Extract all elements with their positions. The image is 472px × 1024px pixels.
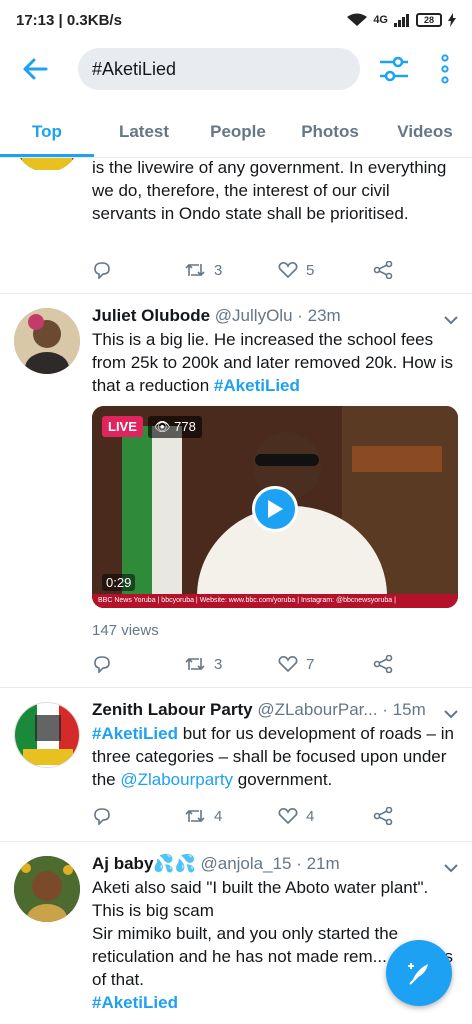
tab-people[interactable]: People bbox=[194, 108, 282, 157]
viewer-count: 👁 778 bbox=[148, 416, 202, 438]
tweet-header: Juliet Olubode @JullyOlu · 23m bbox=[92, 306, 458, 326]
avatar-photo-icon bbox=[14, 856, 80, 922]
search-header: #AketiLied bbox=[0, 40, 472, 100]
avatar[interactable] bbox=[14, 702, 80, 768]
charging-icon bbox=[448, 13, 456, 27]
tweet-text: is the livewire of any government. In ev… bbox=[92, 158, 447, 223]
play-icon bbox=[268, 500, 283, 518]
tweet-actions: 3 5 bbox=[92, 258, 402, 282]
signal-icon bbox=[394, 14, 409, 27]
retweet-icon bbox=[185, 657, 205, 671]
tweet-text: #AketiLied but for us development of roa… bbox=[92, 722, 458, 791]
tweet-actions: 3 7 bbox=[92, 652, 402, 676]
status-icons: 4G 28 bbox=[347, 13, 456, 27]
author-handle: @ZLabourPar... · 15m bbox=[257, 700, 426, 719]
share-icon bbox=[373, 261, 393, 279]
like-button[interactable]: 7 bbox=[278, 655, 373, 673]
tweet-header: Zenith Labour Party @ZLabourPar... · 15m bbox=[92, 700, 458, 720]
author-handle: @anjola_15 · 21m bbox=[200, 854, 340, 873]
author-name[interactable]: Zenith Labour Party bbox=[92, 700, 253, 719]
tweet-text: This is a big lie. He increased the scho… bbox=[92, 328, 458, 397]
tab-latest[interactable]: Latest bbox=[94, 108, 194, 157]
reply-button[interactable] bbox=[92, 655, 184, 673]
wifi-icon bbox=[347, 13, 368, 26]
viewer-count-value: 778 bbox=[174, 419, 196, 434]
eye-icon: 👁 bbox=[154, 419, 175, 434]
hashtag-link[interactable]: #AketiLied bbox=[92, 724, 178, 743]
zlp-logo-icon bbox=[15, 703, 79, 767]
video-caption: BBC News Yoruba | bbcyoruba | Website: w… bbox=[92, 594, 458, 608]
battery-level: 28 bbox=[423, 15, 434, 25]
share-button[interactable] bbox=[373, 261, 402, 279]
avatar[interactable] bbox=[14, 158, 80, 172]
back-arrow-icon[interactable] bbox=[20, 54, 50, 84]
tweet-body: Juliet Olubode @JullyOlu · 23m This is a… bbox=[92, 306, 458, 397]
view-count: 147 views bbox=[92, 622, 159, 639]
search-input[interactable]: #AketiLied bbox=[78, 48, 360, 90]
tweet-actions: 4 4 bbox=[92, 804, 402, 828]
like-button[interactable]: 5 bbox=[278, 261, 373, 279]
tweet-card[interactable]: Juliet Olubode @JullyOlu · 23m This is a… bbox=[0, 294, 472, 688]
like-count: 7 bbox=[306, 655, 315, 673]
tab-photos[interactable]: Photos bbox=[282, 108, 378, 157]
reply-button[interactable] bbox=[92, 807, 184, 825]
avatar[interactable] bbox=[14, 308, 80, 374]
retweet-count: 3 bbox=[214, 655, 223, 673]
live-badge: LIVE bbox=[102, 416, 143, 437]
heart-icon bbox=[278, 808, 298, 825]
status-bar: 17:13 | 0.3KB/s 4G 28 bbox=[0, 0, 472, 40]
reply-icon bbox=[94, 656, 110, 673]
more-options-icon[interactable] bbox=[438, 54, 452, 84]
tab-videos[interactable]: Videos bbox=[378, 108, 472, 157]
retweet-button[interactable]: 4 bbox=[184, 807, 278, 825]
reply-icon bbox=[94, 808, 110, 825]
reply-button[interactable] bbox=[92, 261, 184, 279]
video-player[interactable]: LIVE 👁 778 0:29 BBC News Yoruba | bbcyor… bbox=[92, 406, 458, 608]
network-label: 4G bbox=[373, 14, 388, 26]
tweet-feed: is the livewire of any government. In ev… bbox=[0, 158, 472, 1024]
tweet-header: Aj baby💦💦 @anjola_15 · 21m bbox=[92, 854, 458, 874]
filter-icon[interactable] bbox=[378, 54, 410, 84]
avatar[interactable] bbox=[14, 856, 80, 922]
status-time: 17:13 | 0.3KB/s bbox=[16, 11, 122, 29]
video-duration: 0:29 bbox=[102, 574, 136, 591]
tweet-card[interactable]: Zenith Labour Party @ZLabourPar... · 15m… bbox=[0, 688, 472, 842]
search-tabs: Top Latest People Photos Videos bbox=[0, 108, 472, 158]
author-name[interactable]: Juliet Olubode bbox=[92, 306, 210, 325]
play-button[interactable] bbox=[252, 486, 298, 532]
battery-icon: 28 bbox=[416, 13, 442, 27]
reply-icon bbox=[94, 262, 110, 279]
share-icon bbox=[373, 807, 393, 825]
avatar-illustration-icon bbox=[14, 308, 80, 374]
retweet-button[interactable]: 3 bbox=[184, 261, 278, 279]
share-button[interactable] bbox=[373, 807, 402, 825]
hashtag-link[interactable]: #AketiLied bbox=[92, 993, 178, 1012]
zlp-logo-icon bbox=[14, 158, 80, 172]
hashtag-link[interactable]: #AketiLied bbox=[214, 376, 300, 395]
like-count: 4 bbox=[306, 807, 315, 825]
tweet-body: Zenith Labour Party @ZLabourPar... · 15m… bbox=[92, 700, 458, 791]
tweet-card[interactable]: is the livewire of any government. In ev… bbox=[0, 158, 472, 294]
like-count: 5 bbox=[306, 261, 315, 279]
tab-top[interactable]: Top bbox=[0, 108, 94, 157]
retweet-button[interactable]: 3 bbox=[184, 655, 278, 673]
author-name[interactable]: Aj baby💦💦 bbox=[92, 854, 196, 873]
retweet-count: 3 bbox=[214, 261, 223, 279]
retweet-icon bbox=[185, 809, 205, 823]
share-icon bbox=[373, 655, 393, 673]
like-button[interactable]: 4 bbox=[278, 807, 373, 825]
heart-icon bbox=[278, 656, 298, 673]
share-button[interactable] bbox=[373, 655, 402, 673]
author-handle: @JullyOlu · 23m bbox=[214, 306, 341, 325]
tweet-body: is the livewire of any government. In ev… bbox=[92, 158, 458, 225]
search-query: #AketiLied bbox=[92, 58, 177, 79]
compose-tweet-button[interactable] bbox=[386, 940, 452, 1006]
mention-link[interactable]: @Zlabourparty bbox=[120, 770, 233, 789]
retweet-count: 4 bbox=[214, 807, 223, 825]
tweet-text-end: government. bbox=[233, 770, 333, 789]
heart-icon bbox=[278, 262, 298, 279]
compose-feather-icon bbox=[408, 963, 428, 985]
retweet-icon bbox=[185, 263, 205, 277]
